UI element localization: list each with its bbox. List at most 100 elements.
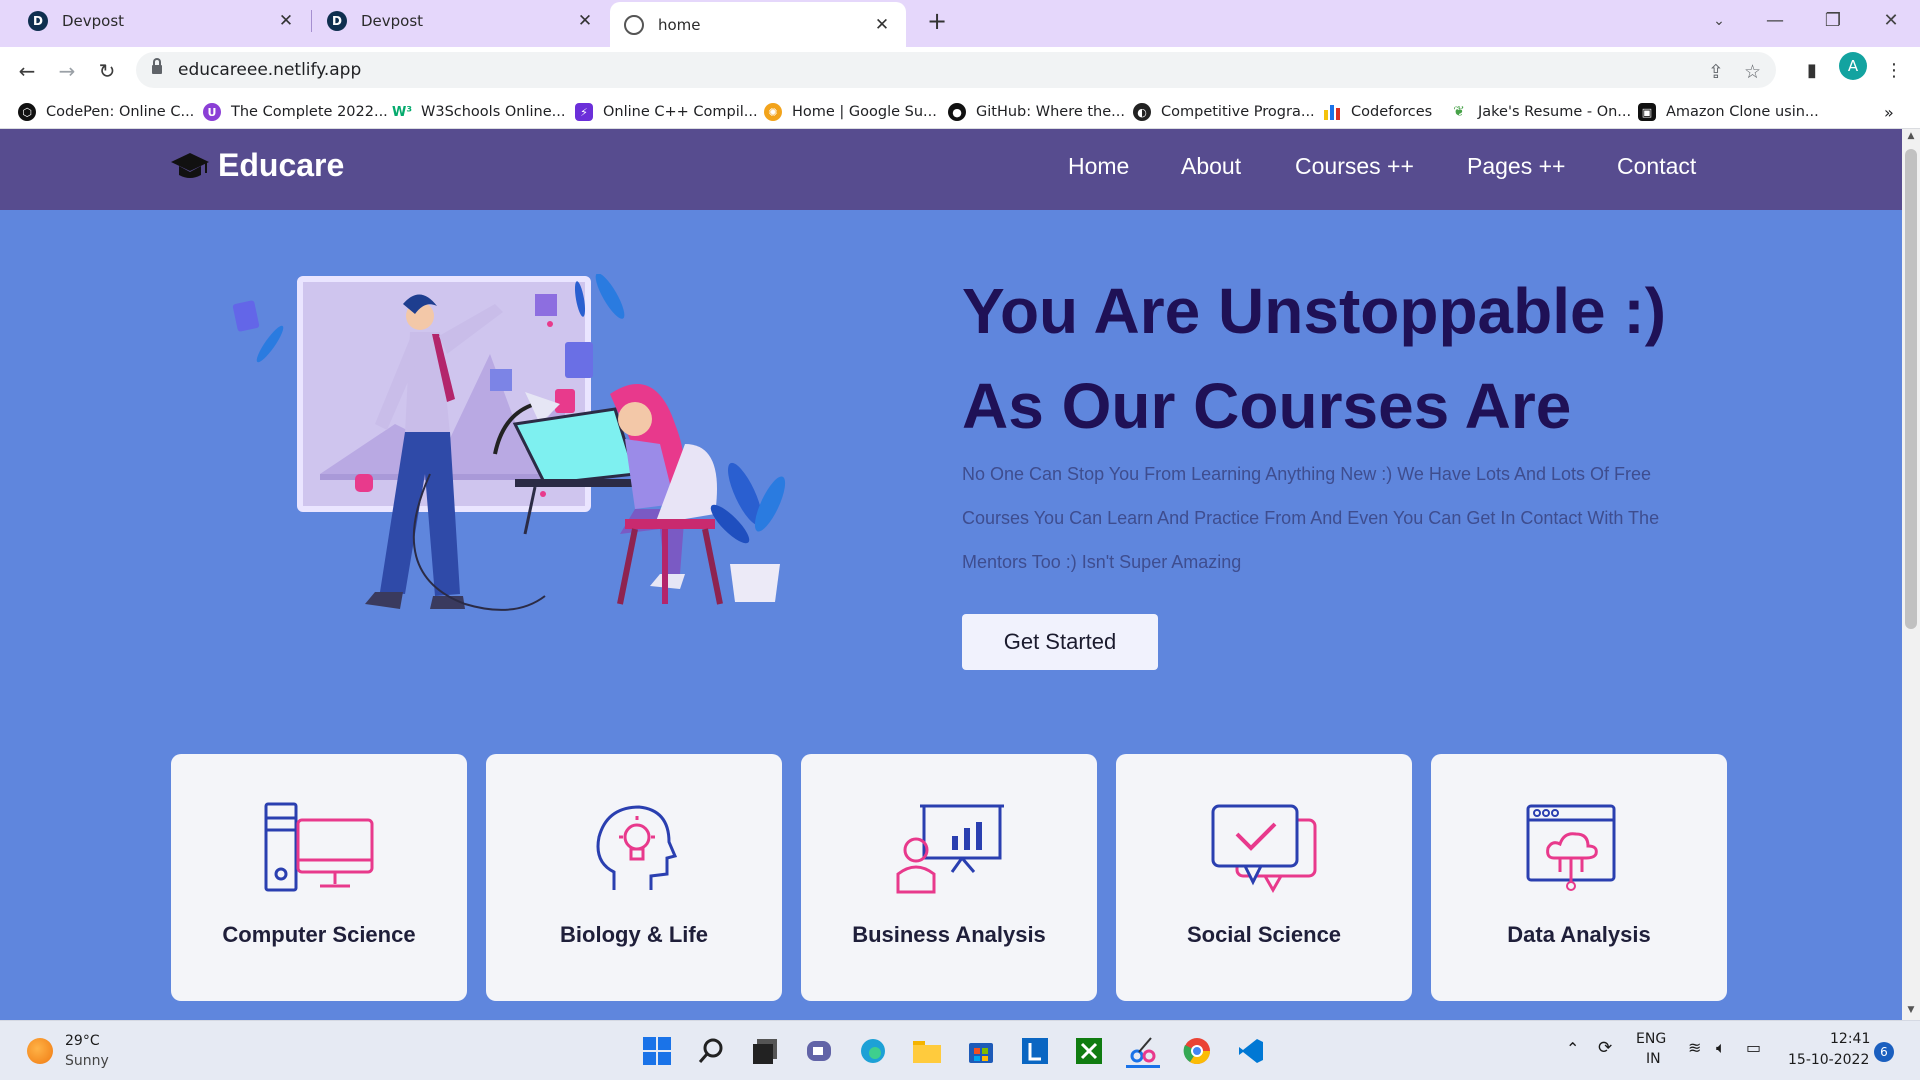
reload-button[interactable]: ↻ [92, 56, 122, 86]
profile-avatar[interactable]: A [1839, 52, 1867, 80]
scroll-down-icon[interactable]: ▼ [1902, 1005, 1920, 1015]
nav-courses[interactable]: Courses ++ [1295, 153, 1414, 180]
tab-title: home [658, 15, 701, 34]
new-tab-button[interactable]: + [922, 6, 952, 36]
bookmark-item[interactable]: ✺ Home | Google Su... [764, 95, 937, 129]
language-primary[interactable]: ENG [1636, 1031, 1666, 1047]
hero-title: You Are Unstoppable :) As Our Courses Ar… [962, 264, 1666, 454]
site-navbar: Educare Home About Courses ++ Pages ++ C… [0, 129, 1902, 210]
nav-pages[interactable]: Pages ++ [1467, 153, 1565, 180]
tab-title: Devpost [62, 12, 125, 30]
tab-devpost-1[interactable]: D Devpost ✕ [14, 0, 310, 42]
linkedin-learning-icon[interactable] [1018, 1034, 1052, 1068]
github-icon: ● [948, 103, 966, 121]
lock-icon [152, 58, 162, 75]
category-card-business[interactable]: Business Analysis [801, 754, 1097, 1001]
close-icon[interactable]: ✕ [575, 11, 595, 31]
chat-check-icon [1211, 804, 1317, 894]
windows-taskbar: 29°C Sunny ⌃ ⟳ ENG IN ≋ 🔈︎ ▭ 12:41 15-10… [0, 1020, 1920, 1080]
address-bar[interactable]: educareee.netlify.app ⇪ ☆ [136, 52, 1776, 88]
menu-icon[interactable]: ⋮ [1880, 57, 1908, 85]
notification-badge[interactable]: 6 [1874, 1042, 1894, 1062]
tab-devpost-2[interactable]: D Devpost ✕ [313, 0, 609, 42]
search-icon[interactable] [694, 1034, 728, 1068]
bookmark-item[interactable]: ❦ Jake's Resume - On... [1450, 95, 1631, 129]
close-icon[interactable]: ✕ [276, 11, 296, 31]
web-page: Educare Home About Courses ++ Pages ++ C… [0, 129, 1902, 1020]
devpost-icon: D [327, 11, 347, 31]
task-view-icon[interactable] [748, 1034, 782, 1068]
minimize-button[interactable]: — [1752, 6, 1798, 36]
nav-home[interactable]: Home [1068, 153, 1129, 180]
category-card-data[interactable]: Data Analysis [1431, 754, 1727, 1001]
snipping-tool-icon[interactable] [1126, 1034, 1160, 1068]
store-icon[interactable] [964, 1034, 998, 1068]
category-label: Biology & Life [560, 922, 708, 947]
forward-button[interactable]: → [52, 56, 82, 86]
sun-icon[interactable] [27, 1038, 53, 1064]
clock-time[interactable]: 12:41 [1830, 1031, 1870, 1047]
tab-home[interactable]: home ✕ [610, 2, 906, 47]
get-started-button[interactable]: Get Started [962, 614, 1158, 670]
devpost-icon: D [28, 11, 48, 31]
side-panel-icon[interactable]: ▮ [1798, 57, 1826, 85]
close-icon[interactable]: ✕ [872, 15, 892, 35]
category-card-computer-science[interactable]: Computer Science [171, 754, 467, 1001]
close-window-button[interactable]: ✕ [1868, 6, 1914, 36]
hero-illustration [232, 274, 786, 611]
back-button[interactable]: ← [12, 56, 42, 86]
video-icon: ▣ [1638, 103, 1656, 121]
compiler-icon: ⚡ [575, 103, 593, 121]
edge-icon[interactable] [856, 1034, 890, 1068]
weather-temperature[interactable]: 29°C [65, 1033, 100, 1049]
browser-tab-strip: D Devpost ✕ D Devpost ✕ home ✕ + ⌄ — ❐ ✕ [0, 0, 1920, 47]
chrome-icon[interactable] [1180, 1034, 1214, 1068]
bookmark-item[interactable]: W³ W3Schools Online... [391, 95, 565, 129]
category-label: Data Analysis [1507, 922, 1651, 947]
tab-title: Devpost [361, 12, 424, 30]
page-scrollbar[interactable]: ▲ ▼ [1902, 129, 1920, 1020]
more-bookmarks-icon[interactable]: » [1884, 95, 1894, 129]
w3schools-icon: W³ [391, 104, 413, 120]
bookmark-item[interactable]: ⬡ CodePen: Online C... [18, 95, 194, 129]
bookmark-item[interactable]: U The Complete 2022... [203, 95, 388, 129]
bookmark-item[interactable]: ◐ Competitive Progra... [1133, 95, 1315, 129]
start-icon[interactable] [640, 1034, 674, 1068]
bookmark-item[interactable]: Codeforces [1323, 95, 1432, 129]
google-summer-icon: ✺ [764, 103, 782, 121]
clock-date[interactable]: 15-10-2022 [1788, 1052, 1869, 1068]
site-logo[interactable]: Educare [170, 147, 344, 184]
head-lightbulb-icon [596, 805, 678, 890]
category-label: Social Science [1186, 922, 1342, 947]
category-card-social[interactable]: Social Science [1116, 754, 1412, 1001]
brand-name: Educare [218, 147, 345, 183]
nav-about[interactable]: About [1181, 153, 1241, 180]
sync-icon[interactable]: ⟳ [1598, 1038, 1612, 1058]
bookmark-item[interactable]: ▣ Amazon Clone usin... [1638, 95, 1819, 129]
volume-icon[interactable]: 🔈︎ [1716, 1038, 1726, 1058]
chat-icon[interactable] [802, 1034, 836, 1068]
weather-description[interactable]: Sunny [65, 1053, 109, 1069]
url-text: educareee.netlify.app [178, 60, 362, 80]
bookmark-star-icon[interactable]: ☆ [1744, 61, 1761, 83]
codeforces-icon [1323, 103, 1341, 121]
wifi-icon[interactable]: ≋ [1688, 1038, 1701, 1057]
xbox-icon[interactable] [1072, 1034, 1106, 1068]
hero-title-line-2: As Our Courses Are [962, 370, 1572, 442]
bookmark-item[interactable]: ● GitHub: Where the... [948, 95, 1125, 129]
share-icon[interactable]: ⇪ [1708, 61, 1724, 83]
vscode-icon[interactable] [1234, 1034, 1268, 1068]
bookmark-item[interactable]: ⚡ Online C++ Compil... [575, 95, 758, 129]
chevron-up-icon[interactable]: ⌃ [1566, 1039, 1579, 1058]
browser-toolbar: ← → ↻ educareee.netlify.app ⇪ ☆ ▮ ⋮ [0, 47, 1920, 95]
overleaf-icon: ❦ [1453, 104, 1465, 120]
scroll-up-icon[interactable]: ▲ [1902, 131, 1920, 141]
battery-icon[interactable]: ▭ [1746, 1038, 1761, 1057]
file-explorer-icon[interactable] [910, 1034, 944, 1068]
tab-search-icon[interactable]: ⌄ [1696, 6, 1742, 36]
scrollbar-thumb[interactable] [1905, 149, 1917, 629]
language-region[interactable]: IN [1646, 1051, 1661, 1067]
restore-button[interactable]: ❐ [1810, 6, 1856, 36]
nav-contact[interactable]: Contact [1617, 153, 1696, 180]
category-card-biology[interactable]: Biology & Life [486, 754, 782, 1001]
